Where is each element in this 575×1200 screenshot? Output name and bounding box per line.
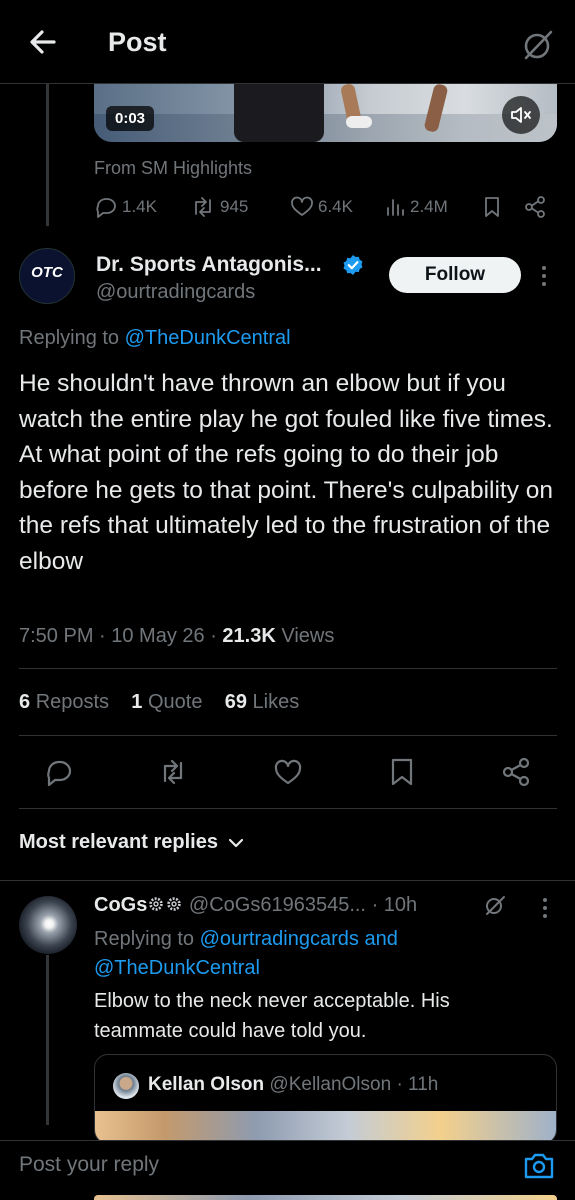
- views-count: 21.3K: [222, 625, 276, 647]
- quote-author-handle: @KellanOlson: [269, 1074, 392, 1095]
- repost-button[interactable]: [158, 757, 188, 787]
- verified-badge-icon: [342, 254, 364, 276]
- post-text: He shouldn't have thrown an elbow but if…: [19, 370, 554, 575]
- gear-icon: [149, 897, 164, 911]
- bookmark-button[interactable]: [482, 195, 502, 219]
- muted-speaker-icon: [511, 107, 531, 123]
- like-button[interactable]: [273, 757, 303, 787]
- top-bar: Post: [0, 0, 575, 84]
- replies-sort-dropdown[interactable]: Most relevant replies: [19, 831, 244, 854]
- reply-button[interactable]: [44, 757, 74, 787]
- video-player[interactable]: 0:03: [94, 84, 557, 142]
- replying-to: Replying to @TheDunkCentral: [19, 327, 291, 349]
- share-button[interactable]: [501, 757, 531, 787]
- reply-count: 1.4K: [122, 197, 157, 216]
- quote-author-avatar: [113, 1073, 139, 1099]
- quote-time: · 11h: [396, 1074, 439, 1095]
- bookmark-button[interactable]: [387, 757, 417, 787]
- video-source[interactable]: From SM Highlights: [94, 158, 252, 179]
- views-count: 2.4M: [410, 197, 448, 216]
- camera-icon[interactable]: [522, 1149, 556, 1183]
- repost-metric[interactable]: 945: [190, 195, 248, 219]
- reply-metric[interactable]: 1.4K: [94, 195, 157, 219]
- reply-icon: [47, 760, 72, 787]
- reply-text: Elbow to the neck never acceptable. His …: [94, 990, 450, 1042]
- reply-input[interactable]: Post your reply: [19, 1153, 159, 1177]
- reply-replying-to: Replying to @ourtradingcards and @TheDun…: [94, 928, 398, 979]
- quotes-stat[interactable]: 1 Quote: [131, 691, 202, 713]
- replying-to-link[interactable]: @TheDunkCentral: [125, 327, 291, 349]
- reply-author-avatar[interactable]: [19, 896, 77, 954]
- reposts-stat[interactable]: 6 Reposts: [19, 691, 109, 713]
- share-icon: [525, 196, 545, 218]
- video-time-badge: 0:03: [106, 106, 155, 131]
- engagement-stats: 6 Reposts 1 Quote 69 Likes: [19, 691, 299, 714]
- quote-author-name: Kellan Olson: [148, 1074, 265, 1095]
- like-metric[interactable]: 6.4K: [290, 195, 353, 219]
- post-timestamp: 7:50 PM · 10 May 26 · 21.3K Views: [19, 625, 335, 647]
- thread-line: [46, 84, 49, 226]
- bookmark-icon: [391, 758, 413, 786]
- reply-author-name[interactable]: CoGs: [94, 894, 147, 916]
- grok-icon[interactable]: [482, 892, 508, 918]
- reply-compose-bar[interactable]: Post your reply: [0, 1140, 575, 1200]
- author-handle[interactable]: @ourtradingcards: [96, 281, 255, 304]
- author-name[interactable]: Dr. Sports Antagonis...: [96, 253, 322, 277]
- heart-icon: [274, 759, 302, 785]
- author-avatar[interactable]: OTC: [19, 248, 75, 304]
- repost-icon: [195, 197, 211, 217]
- share-icon: [502, 757, 530, 787]
- share-button[interactable]: [524, 195, 546, 219]
- reply-time: · 10h: [371, 894, 418, 916]
- reply-icon: [96, 198, 116, 218]
- views-metric[interactable]: 2.4M: [384, 195, 448, 219]
- mute-button[interactable]: [502, 96, 540, 134]
- follow-button[interactable]: Follow: [389, 257, 521, 293]
- thread-line: [46, 955, 49, 1125]
- quote-header: Kellan Olson @KellanOlson · 11h: [148, 1074, 438, 1096]
- more-options-icon[interactable]: [537, 895, 553, 921]
- reply-author-handle[interactable]: @CoGs61963545...: [189, 894, 366, 916]
- like-count: 6.4K: [318, 197, 353, 216]
- back-arrow-icon[interactable]: [24, 22, 64, 62]
- divider: [0, 880, 575, 881]
- divider: [19, 735, 557, 736]
- repost-icon: [163, 759, 183, 785]
- next-media-preview: [94, 1195, 557, 1200]
- repost-count: 945: [220, 197, 249, 216]
- page-title: Post: [108, 27, 167, 57]
- divider: [19, 668, 557, 669]
- gear-icon: [167, 897, 182, 911]
- views-icon: [387, 199, 404, 216]
- grok-icon[interactable]: [518, 24, 558, 64]
- quoted-post-card[interactable]: Kellan Olson @KellanOlson · 11h: [94, 1054, 557, 1144]
- likes-stat[interactable]: 69 Likes: [225, 691, 300, 713]
- heart-icon: [291, 196, 313, 216]
- more-options-icon[interactable]: [534, 262, 554, 290]
- chevron-down-icon: [228, 838, 244, 847]
- reply-header: CoGs @CoGs61963545... · 10h: [94, 894, 417, 917]
- divider: [19, 808, 557, 809]
- bookmark-icon: [485, 197, 499, 217]
